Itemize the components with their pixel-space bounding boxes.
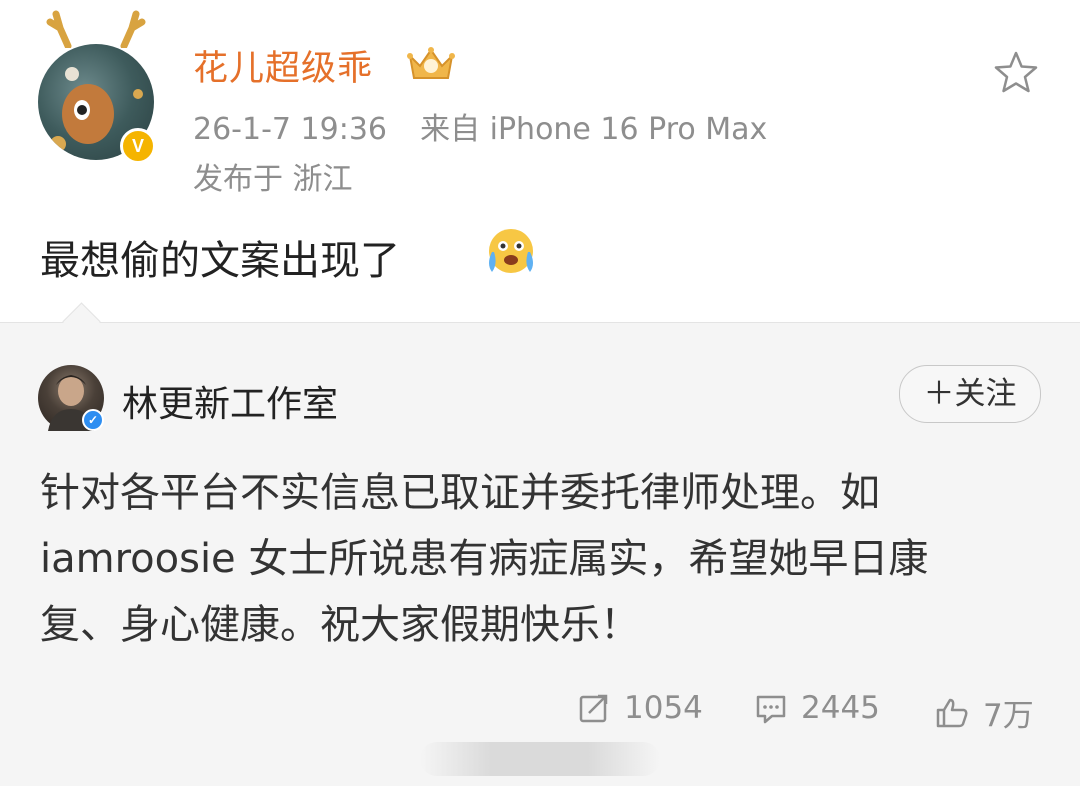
repost-text: 针对各平台不实信息已取证并委托律师处理。如 iamroosie 女士所说患有病症… (40, 460, 1050, 658)
post-timestamp: 26-1-7 19:36 (193, 112, 387, 147)
like-count: 7万 (983, 698, 1034, 734)
post-source: 来自 iPhone 16 Pro Max (420, 112, 768, 147)
thumbs-up-icon (936, 698, 968, 727)
like-action-button[interactable]: 7万 (935, 690, 1034, 735)
repost-count: 1054 (624, 690, 703, 726)
comment-icon (756, 695, 786, 724)
watermark (420, 742, 660, 776)
repost-author-name[interactable]: 林更新工作室 (122, 375, 338, 427)
repost-action-button[interactable]: 1054 (578, 690, 703, 726)
post-meta: 26-1-7 19:36 来自 iPhone 16 Pro Max (193, 104, 767, 148)
comment-count: 2445 (801, 690, 880, 726)
verified-blue-badge-icon: ✓ (82, 409, 104, 431)
favorite-star-icon[interactable] (993, 50, 1039, 94)
verified-badge-icon: V (120, 128, 156, 164)
comment-action-button[interactable]: 2445 (755, 690, 880, 726)
post-location: 发布于 浙江 (193, 162, 353, 197)
post-text: 最想偷的文案出现了 (40, 238, 400, 284)
repost-author-avatar[interactable]: ✓ (38, 365, 104, 431)
crying-face-emoji-icon (489, 229, 533, 273)
avatar[interactable]: V (38, 10, 156, 164)
crown-icon[interactable] (406, 44, 456, 84)
main-post: V 花儿超级乖 26-1-7 19:36 来自 iPhone 16 Pro Ma… (0, 0, 1080, 322)
repost-text-line: 针对各平台不实信息已取证并委托律师处理。如 (40, 470, 880, 516)
repost-text-line: iamroosie 女士所说患有病症属实，希望她早日康 (40, 536, 929, 582)
antlers-decoration (46, 10, 146, 48)
follow-button[interactable]: ＋关注 (899, 365, 1041, 423)
repost-text-line: 复、身心健康。祝大家假期快乐！ (40, 602, 640, 648)
repost-icon (579, 694, 608, 723)
post-username[interactable]: 花儿超级乖 (193, 40, 373, 91)
